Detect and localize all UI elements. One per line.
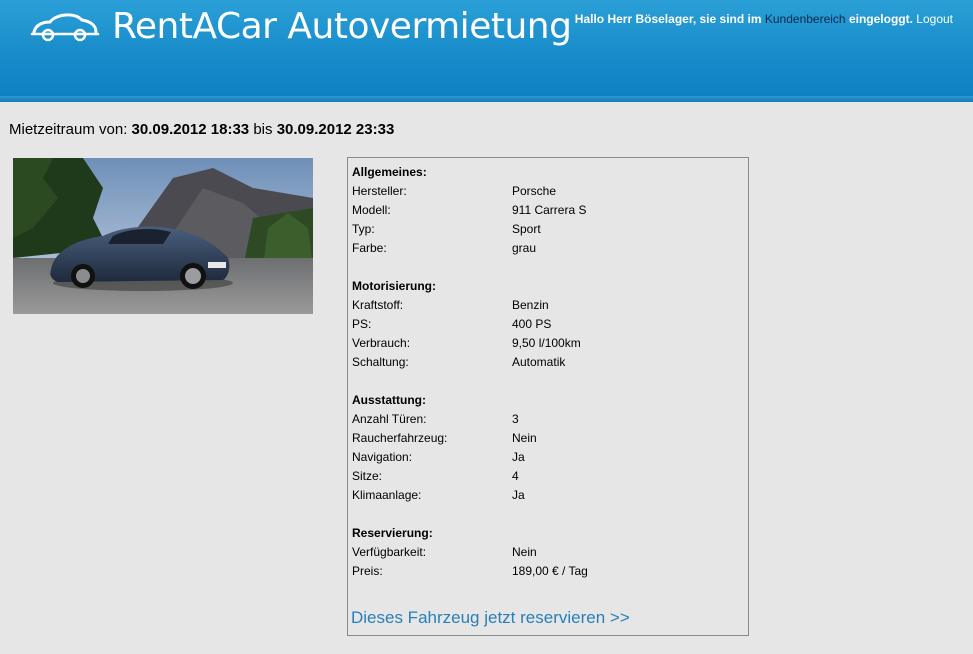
detail-row: Hersteller: Porsche <box>352 182 746 201</box>
detail-row: Modell: 911 Carrera S <box>352 201 746 220</box>
detail-label: Klimaanlage: <box>352 488 422 502</box>
detail-value: 3 <box>512 412 519 426</box>
detail-row: Raucherfahrzeug: Nein <box>352 429 746 448</box>
detail-row: Typ: Sport <box>352 220 746 239</box>
detail-row: Preis: 189,00 € / Tag <box>352 562 746 581</box>
detail-row: Klimaanlage: Ja <box>352 486 746 505</box>
car-logo-icon <box>30 13 100 42</box>
detail-value: 911 Carrera S <box>512 203 587 217</box>
detail-label: Typ: <box>352 222 375 236</box>
detail-label: Sitze: <box>352 469 383 483</box>
detail-row: Anzahl Türen: 3 <box>352 410 746 429</box>
detail-row: Sitze: 4 <box>352 467 746 486</box>
detail-value: Nein <box>512 545 537 559</box>
detail-row: Farbe: grau <box>352 239 746 258</box>
detail-label: PS: <box>352 317 372 331</box>
detail-value: Porsche <box>512 184 557 198</box>
brand-title: RentACar Autovermietung <box>112 6 572 47</box>
section-reservation-title: Reservierung: <box>352 526 433 540</box>
detail-label: Hersteller: <box>352 184 407 198</box>
detail-value: 4 <box>512 469 519 483</box>
detail-row: Verfügbarkeit: Nein <box>352 543 746 562</box>
detail-row: Navigation: Ja <box>352 448 746 467</box>
detail-label: Navigation: <box>352 450 413 464</box>
car-photo <box>13 158 313 314</box>
greeting-text: Hallo Herr Böselager, sie sind im <box>574 12 762 26</box>
detail-label: Anzahl Türen: <box>352 412 427 426</box>
period-to: 30.09.2012 23:33 <box>276 121 395 138</box>
detail-value: 9,50 l/100km <box>512 336 581 350</box>
detail-label: Schaltung: <box>352 355 409 369</box>
detail-value: Sport <box>512 222 541 236</box>
detail-value: 400 PS <box>512 317 552 331</box>
period-from: 30.09.2012 18:33 <box>131 121 250 138</box>
header: RentACar Autovermietung Hallo Herr Bösel… <box>0 0 973 102</box>
section-equipment-title: Ausstattung: <box>352 393 426 407</box>
detail-label: Kraftstoff: <box>352 298 404 312</box>
section-engine-title: Motorisierung: <box>352 279 436 293</box>
detail-value: 189,00 € / Tag <box>512 564 588 578</box>
detail-value: Ja <box>512 450 525 464</box>
reserve-vehicle-link[interactable]: Dieses Fahrzeug jetzt reservieren >> <box>351 608 630 628</box>
greeting-end-text: eingeloggt. <box>848 12 913 26</box>
detail-row: Schaltung: Automatik <box>352 353 746 372</box>
section-general-title: Allgemeines: <box>352 165 427 179</box>
logout-link[interactable]: Logout <box>916 12 953 26</box>
detail-value: Nein <box>512 431 537 445</box>
period-label: Mietzeitraum von: <box>9 121 128 138</box>
detail-row: Verbrauch: 9,50 l/100km <box>352 334 746 353</box>
detail-row: PS: 400 PS <box>352 315 746 334</box>
detail-value: grau <box>512 241 537 255</box>
detail-label: Preis: <box>352 564 383 578</box>
period-to-word: bis <box>253 121 273 138</box>
customer-area-link[interactable]: Kundenbereich <box>765 12 846 26</box>
detail-row: Kraftstoff: Benzin <box>352 296 746 315</box>
detail-label: Verfügbarkeit: <box>352 545 427 559</box>
detail-label: Verbrauch: <box>352 336 411 350</box>
detail-value: Ja <box>512 488 525 502</box>
detail-label: Modell: <box>352 203 391 217</box>
detail-value: Automatik <box>512 355 566 369</box>
vehicle-details: Allgemeines: Hersteller: Porsche Modell: 9… <box>347 157 749 636</box>
user-bar: Hallo Herr Böselager, sie sind im Kunden… <box>575 12 953 26</box>
detail-value: Benzin <box>512 298 549 312</box>
detail-label: Farbe: <box>352 241 387 255</box>
detail-label: Raucherfahrzeug: <box>352 431 448 445</box>
rental-period: Mietzeitraum von: 30.09.2012 18:33 bis 3… <box>9 121 394 138</box>
